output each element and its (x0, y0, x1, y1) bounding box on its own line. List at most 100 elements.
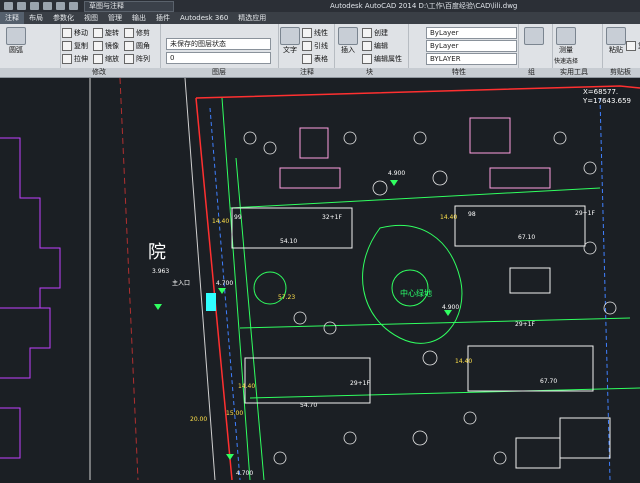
table-button[interactable]: 表格 (302, 54, 328, 64)
paste-button[interactable]: 粘贴 (606, 27, 626, 55)
layer-dropdown[interactable]: 0 (166, 52, 271, 64)
tab-output[interactable]: 输出 (127, 12, 151, 24)
dim-14-40-a: 14.40 (212, 218, 230, 225)
quick-access-toolbar (0, 2, 78, 10)
tab-manage[interactable]: 管理 (103, 12, 127, 24)
mirror-icon (93, 41, 103, 51)
rotate-button[interactable]: 旋转 (93, 28, 119, 38)
color-dropdown[interactable]: ByLayer (426, 27, 517, 39)
undo-icon[interactable] (56, 2, 65, 10)
ribbon-tabs: 注释 布局 参数化 视图 管理 输出 插件 Autodesk 360 精选应用 (0, 12, 640, 24)
edit-attributes-button[interactable]: 编辑属性 (362, 54, 402, 64)
copy-icon (62, 41, 72, 51)
dim-15-00: 15.00 (226, 410, 244, 417)
new-icon[interactable] (17, 2, 26, 10)
panel-title-block[interactable]: 块 (366, 68, 373, 77)
trim-button[interactable]: 修剪 (124, 28, 150, 38)
tab-parametric[interactable]: 参数化 (48, 12, 79, 24)
properties-panel: ByLayer ByLayer BYLAYER (408, 24, 519, 68)
title-bar: 草图与注释 Autodesk AutoCAD 2014 D:\工作\百度经验\C… (0, 0, 640, 12)
text-icon (280, 27, 300, 45)
scale-button[interactable]: 缩放 (93, 54, 119, 64)
fillet-button[interactable]: 圆角 (124, 41, 150, 51)
dim-14-40-d: 14.40 (455, 358, 473, 365)
level-label-4700: 4.700 (216, 280, 234, 287)
save-icon[interactable] (43, 2, 52, 10)
stretch-button[interactable]: 拉伸 (62, 54, 88, 64)
central-green-label: 中心绿地 (400, 289, 432, 298)
dim-54-70: 54.70 (300, 402, 318, 409)
dim-14-40-b: 14.40 (440, 214, 458, 221)
linetype-dropdown[interactable]: ByLayer (426, 40, 517, 52)
redo-icon[interactable] (69, 2, 78, 10)
mirror-button[interactable]: 镜像 (93, 41, 119, 51)
ribbon: 圆弧 移动 旋转 修剪 复制 镜像 圆角 拉伸 缩放 阵列 未保存的图层状态 0… (0, 24, 640, 69)
tab-featured-apps[interactable]: 精选应用 (233, 12, 271, 24)
level-label-3963: 3.963 (152, 268, 170, 275)
edit-attributes-icon (362, 54, 372, 64)
insert-button[interactable]: 插入 (338, 27, 358, 55)
copy-tool-button[interactable]: 复制 (62, 41, 88, 51)
paste-icon (606, 27, 626, 45)
trim-icon (124, 28, 134, 38)
panel-title-groups[interactable]: 组 (528, 68, 535, 77)
coordinate-x: X=68577. (583, 88, 619, 96)
floors-label-2: 29+1F (575, 210, 595, 217)
measure-icon (556, 27, 576, 45)
floors-label-4: 29+1F (515, 321, 535, 328)
create-block-button[interactable]: 创建 (362, 28, 388, 38)
panel-title-utilities[interactable]: 实用工具 (560, 68, 588, 77)
main-entrance-label: 主入口 (172, 280, 191, 287)
move-button[interactable]: 移动 (62, 28, 88, 38)
level-label-4900-north: 4.900 (388, 170, 406, 177)
open-icon[interactable] (30, 2, 39, 10)
tab-plugins[interactable]: 插件 (151, 12, 175, 24)
site-plan-drawing[interactable] (0, 77, 640, 481)
dim-14-40-c: 14.40 (238, 383, 256, 390)
modify-panel: 移动 旋转 修剪 复制 镜像 圆角 拉伸 缩放 阵列 (60, 24, 161, 68)
linear-button[interactable]: 线性 (302, 28, 328, 38)
array-icon (124, 54, 134, 64)
block-panel: 插入 创建 编辑 编辑属性 (334, 24, 409, 68)
move-icon (62, 28, 72, 38)
utilities-panel: 测量 快速选择 (552, 24, 603, 68)
ribbon-panel-titles: 修改 图层 注释 块 特性 组 实用工具 剪贴板 (0, 68, 640, 78)
groups-panel (518, 24, 553, 68)
dim-54-10: 54.10 (280, 238, 298, 245)
layer-state-dropdown[interactable]: 未保存的图层状态 (166, 38, 271, 50)
tab-view[interactable]: 视图 (79, 12, 103, 24)
lineweight-dropdown[interactable]: BYLAYER (426, 53, 517, 65)
panel-title-modify[interactable]: 修改 (92, 68, 106, 77)
linear-dimension-icon (302, 28, 312, 38)
window-title: Autodesk AutoCAD 2014 D:\工作\百度经验\CAD\lil… (330, 2, 518, 10)
workspace-dropdown[interactable]: 草图与注释 (84, 0, 174, 12)
unit-label-99: 99 (234, 214, 242, 221)
arc-button[interactable]: 圆弧 (6, 27, 26, 55)
leader-button[interactable]: 引线 (302, 41, 328, 51)
group-button[interactable] (524, 27, 544, 45)
clipboard-copy-button[interactable]: 复制 (626, 41, 640, 51)
group-icon (524, 27, 544, 45)
annotation-panel: 文字 线性 引线 表格 (278, 24, 335, 68)
quick-select-button[interactable]: 快速选择 (554, 56, 578, 65)
panel-title-layers[interactable]: 图层 (212, 68, 226, 77)
insert-block-icon (338, 27, 358, 45)
tab-autodesk360[interactable]: Autodesk 360 (175, 12, 233, 24)
create-block-icon (362, 28, 372, 38)
panel-title-annotation[interactable]: 注释 (300, 68, 314, 77)
clipboard-panel: 粘贴 复制 (602, 24, 640, 68)
panel-title-clipboard[interactable]: 剪贴板 (610, 68, 631, 77)
panel-title-properties[interactable]: 特性 (452, 68, 466, 77)
leader-icon (302, 41, 312, 51)
edit-block-button[interactable]: 编辑 (362, 41, 388, 51)
array-button[interactable]: 阵列 (124, 54, 150, 64)
text-button[interactable]: 文字 (280, 27, 300, 55)
drawing-canvas[interactable]: X=68577. Y=17643.659 院 3.963 主入口 4.700 4… (0, 77, 640, 481)
dim-67-70: 67.70 (540, 378, 558, 385)
scale-icon (93, 54, 103, 64)
dim-67-10: 67.10 (518, 234, 536, 241)
tab-layout[interactable]: 布局 (24, 12, 48, 24)
tab-home[interactable]: 注释 (0, 12, 24, 24)
app-menu-icon[interactable] (4, 2, 13, 10)
measure-button[interactable]: 测量 (556, 27, 576, 55)
